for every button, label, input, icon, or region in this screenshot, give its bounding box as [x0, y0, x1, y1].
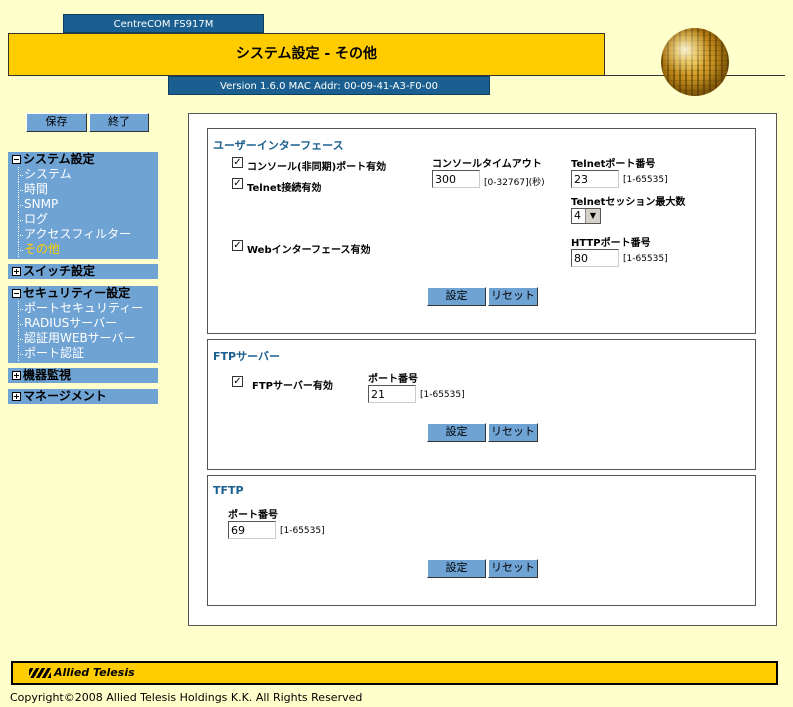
expand-icon[interactable]	[12, 371, 21, 380]
expand-icon[interactable]	[12, 267, 21, 276]
tftp-port-input[interactable]	[228, 521, 276, 539]
nav-group-label: セキュリティー設定	[23, 286, 131, 300]
telnet-sessions-label: Telnetセッション最大数	[571, 197, 686, 208]
ftp-server-section: FTPサーバー ✓ FTPサーバー有効 ポート番号 [1-65535] 設定 リ…	[207, 339, 756, 470]
nav-group-label: マネージメント	[23, 389, 107, 403]
console-enable-label: コンソール(非同期)ポート有効	[247, 162, 387, 173]
section-title: TFTP	[213, 484, 244, 497]
console-enable-checkbox[interactable]: ✓	[232, 157, 243, 168]
sidebar-item-port-auth[interactable]: ポート認証	[16, 346, 158, 361]
ftp-reset-button[interactable]: リセット	[488, 423, 538, 442]
copyright-text: Copyright©2008 Allied Telesis Holdings K…	[10, 691, 363, 704]
http-port-hint: [1-65535]	[623, 254, 668, 264]
telnet-port-label: Telnetポート番号	[571, 159, 656, 170]
ftp-set-button[interactable]: 設定	[427, 423, 486, 442]
section-title: ユーザーインターフェース	[213, 139, 344, 152]
ftp-port-label: ポート番号	[368, 374, 418, 385]
telnet-port-hint: [1-65535]	[623, 175, 668, 185]
telnet-port-input[interactable]	[571, 170, 619, 188]
exit-button[interactable]: 終了	[89, 113, 149, 132]
sidebar-item-access-filter[interactable]: アクセスフィルター	[16, 227, 158, 242]
ftp-port-input[interactable]	[368, 385, 416, 403]
ui-set-button[interactable]: 設定	[427, 287, 486, 306]
collapse-icon[interactable]	[12, 155, 21, 164]
save-button[interactable]: 保存	[26, 113, 87, 132]
telnet-sessions-select[interactable]: 4 ▼	[571, 208, 601, 224]
sidebar-item-snmp[interactable]: SNMP	[16, 197, 158, 212]
nav-group-label: スイッチ設定	[23, 264, 96, 278]
nav-group-label: 機器監視	[23, 368, 72, 382]
tftp-port-label: ポート番号	[228, 510, 278, 521]
sidebar-item-port-security[interactable]: ポートセキュリティー	[16, 301, 158, 316]
sidebar-item-other[interactable]: その他	[16, 242, 158, 257]
nav-group-label: システム設定	[23, 152, 95, 166]
main-panel: ユーザーインターフェース ✓ コンソール(非同期)ポート有効 ✓ Telnet接…	[188, 113, 777, 626]
telnet-enable-label: Telnet接続有効	[247, 183, 322, 194]
expand-icon[interactable]	[12, 392, 21, 401]
sidebar-item-system[interactable]: システム	[16, 167, 158, 182]
brand-name: Allied Telesis	[54, 666, 135, 679]
nav-group-switch[interactable]: スイッチ設定	[8, 264, 158, 279]
telnet-sessions-value: 4	[574, 209, 581, 222]
sidebar-item-auth-web-server[interactable]: 認証用WEBサーバー	[16, 331, 158, 346]
tftp-set-button[interactable]: 設定	[427, 559, 486, 578]
http-port-input[interactable]	[571, 249, 619, 267]
sidebar-item-radius-server[interactable]: RADIUSサーバー	[16, 316, 158, 331]
telnet-enable-checkbox[interactable]: ✓	[232, 178, 243, 189]
page-title: システム設定 - その他	[8, 33, 605, 76]
nav-group-management[interactable]: マネージメント	[8, 389, 158, 404]
globe-logo-icon	[661, 28, 729, 96]
ftp-port-hint: [1-65535]	[420, 390, 465, 400]
web-enable-label: Webインターフェース有効	[247, 245, 371, 256]
ftp-enable-checkbox[interactable]: ✓	[232, 376, 243, 387]
console-timeout-hint: [0-32767](秒)	[484, 178, 545, 188]
console-timeout-input[interactable]	[432, 170, 480, 188]
footer-bar: Allied Telesis	[11, 661, 778, 685]
user-interface-section: ユーザーインターフェース ✓ コンソール(非同期)ポート有効 ✓ Telnet接…	[207, 128, 756, 334]
sidebar-item-time[interactable]: 時間	[16, 182, 158, 197]
sidebar-item-log[interactable]: ログ	[16, 212, 158, 227]
console-timeout-label: コンソールタイムアウト	[432, 159, 542, 170]
web-enable-checkbox[interactable]: ✓	[232, 240, 243, 251]
tftp-reset-button[interactable]: リセット	[488, 559, 538, 578]
tftp-port-hint: [1-65535]	[280, 526, 325, 536]
tftp-section: TFTP ポート番号 [1-65535] 設定 リセット	[207, 475, 756, 606]
ftp-enable-label: FTPサーバー有効	[252, 381, 333, 392]
version-info: Version 1.6.0 MAC Addr: 00-09-41-A3-F0-0…	[168, 76, 490, 95]
http-port-label: HTTPポート番号	[571, 238, 651, 249]
allied-telesis-logo: Allied Telesis	[29, 666, 135, 679]
brand-mark-icon	[29, 667, 51, 678]
section-title: FTPサーバー	[213, 350, 280, 363]
ui-reset-button[interactable]: リセット	[488, 287, 538, 306]
nav-group-security[interactable]: セキュリティー設定 ポートセキュリティー RADIUSサーバー 認証用WEBサー…	[8, 286, 158, 363]
collapse-icon[interactable]	[12, 289, 21, 298]
chevron-down-icon[interactable]: ▼	[585, 209, 600, 223]
nav-group-system[interactable]: システム設定 システム 時間 SNMP ログ アクセスフィルター その他	[8, 152, 158, 259]
model-name-tab: CentreCOM FS917M	[63, 14, 264, 33]
nav-group-monitoring[interactable]: 機器監視	[8, 368, 158, 383]
